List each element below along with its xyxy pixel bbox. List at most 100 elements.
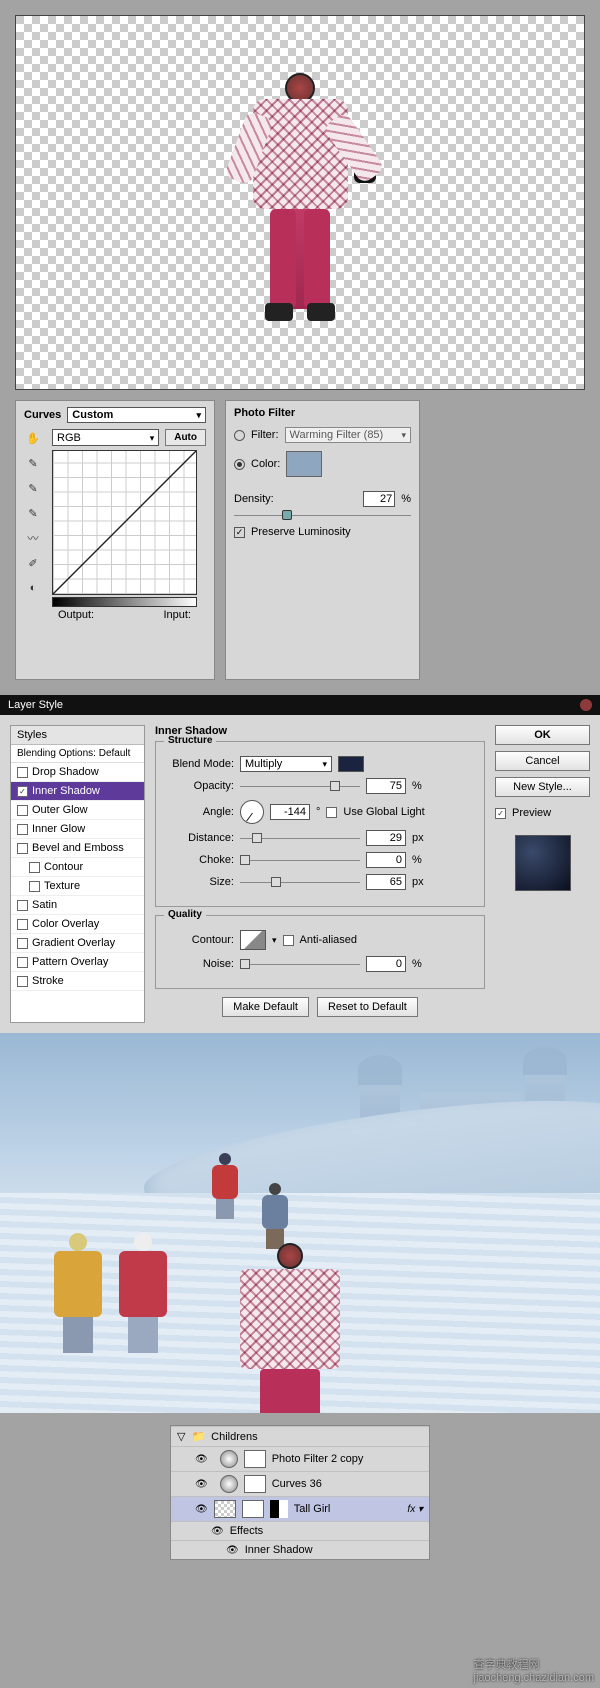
photo-filter-title: Photo Filter	[234, 407, 295, 419]
layer-style-title: Layer Style	[8, 699, 63, 711]
group-name[interactable]: Childrens	[211, 1431, 257, 1443]
document-canvas[interactable]	[15, 15, 585, 390]
curves-panel: Curves Custom ✋ ✎ ✎ ✎ 〰 ✐ ◐ RGB Auto	[15, 400, 215, 680]
blending-options[interactable]: Blending Options: Default	[11, 745, 144, 763]
quality-fieldset: Quality Contour: Anti-aliased Noise: %	[155, 915, 485, 989]
opacity-input[interactable]	[366, 778, 406, 794]
style-item-gradient-overlay[interactable]: Gradient Overlay	[11, 934, 144, 953]
cancel-button[interactable]: Cancel	[495, 751, 590, 771]
angle-input[interactable]	[270, 804, 310, 820]
eyedropper-white-icon[interactable]: ✎	[24, 504, 42, 522]
effects-row[interactable]: Effects	[171, 1521, 429, 1540]
noise-slider[interactable]	[240, 964, 360, 965]
layer-row[interactable]: Photo Filter 2 copy	[171, 1446, 429, 1471]
reset-default-button[interactable]: Reset to Default	[317, 997, 418, 1017]
filter-radio[interactable]	[234, 430, 245, 441]
style-item-inner-glow[interactable]: Inner Glow	[11, 820, 144, 839]
curves-title: Curves	[24, 409, 61, 421]
color-radio[interactable]	[234, 459, 245, 470]
curve-tool-icon[interactable]: 〰	[24, 529, 42, 547]
style-checkbox[interactable]	[17, 786, 28, 797]
layer-row[interactable]: Tall Girlfx ▾	[171, 1496, 429, 1521]
collapse-icon[interactable]: ▽	[177, 1430, 185, 1443]
density-label: Density:	[234, 493, 274, 505]
color-swatch[interactable]	[286, 451, 322, 477]
style-checkbox[interactable]	[17, 957, 28, 968]
shadow-color[interactable]	[338, 756, 364, 772]
curves-graph[interactable]	[52, 450, 197, 595]
layer-row[interactable]: Curves 36	[171, 1471, 429, 1496]
style-item-bevel-and-emboss[interactable]: Bevel and Emboss	[11, 839, 144, 858]
style-checkbox[interactable]	[17, 900, 28, 911]
blend-mode-select[interactable]: Multiply	[240, 756, 332, 772]
style-item-satin[interactable]: Satin	[11, 896, 144, 915]
size-slider[interactable]	[240, 882, 360, 883]
density-slider[interactable]	[234, 515, 411, 516]
style-item-outer-glow[interactable]: Outer Glow	[11, 801, 144, 820]
new-style-button[interactable]: New Style...	[495, 777, 590, 797]
color-label: Color:	[251, 458, 280, 470]
distance-slider[interactable]	[240, 838, 360, 839]
layer-style-titlebar: Layer Style	[0, 695, 600, 715]
antialiased-checkbox[interactable]	[283, 935, 294, 946]
visibility-icon[interactable]	[195, 1503, 208, 1515]
angle-dial[interactable]	[240, 800, 264, 824]
style-item-pattern-overlay[interactable]: Pattern Overlay	[11, 953, 144, 972]
style-checkbox[interactable]	[29, 862, 40, 873]
style-item-drop-shadow[interactable]: Drop Shadow	[11, 763, 144, 782]
eyedropper-black-icon[interactable]: ✎	[24, 454, 42, 472]
style-item-texture[interactable]: Texture	[11, 877, 144, 896]
contour-picker[interactable]	[240, 930, 266, 950]
curves-tools: ✋ ✎ ✎ ✎ 〰 ✐ ◐	[24, 429, 46, 623]
layer-group[interactable]: ▽ 📁 Childrens	[171, 1426, 429, 1446]
style-checkbox[interactable]	[29, 881, 40, 892]
style-item-contour[interactable]: Contour	[11, 858, 144, 877]
style-checkbox[interactable]	[17, 938, 28, 949]
style-item-stroke[interactable]: Stroke	[11, 972, 144, 991]
style-item-color-overlay[interactable]: Color Overlay	[11, 915, 144, 934]
opacity-slider[interactable]	[240, 786, 360, 787]
density-unit: %	[401, 493, 411, 505]
close-icon[interactable]	[580, 699, 592, 711]
eyedropper-gray-icon[interactable]: ✎	[24, 479, 42, 497]
fx-indicator[interactable]: fx ▾	[407, 1504, 423, 1515]
style-checkbox[interactable]	[17, 805, 28, 816]
pencil-tool-icon[interactable]: ✐	[24, 554, 42, 572]
ok-button[interactable]: OK	[495, 725, 590, 745]
density-input[interactable]	[363, 491, 395, 507]
watermark: 查字典教程网 jiaocheng.chazidian.com	[474, 1656, 594, 1684]
noise-input[interactable]	[366, 956, 406, 972]
layers-panel: ▽ 📁 Childrens Photo Filter 2 copyCurves …	[170, 1425, 430, 1560]
styles-header[interactable]: Styles	[11, 726, 144, 745]
effect-inner-shadow[interactable]: Inner Shadow	[171, 1540, 429, 1559]
style-checkbox[interactable]	[17, 919, 28, 930]
visibility-icon[interactable]	[226, 1544, 239, 1556]
visibility-icon[interactable]	[195, 1478, 208, 1490]
style-checkbox[interactable]	[17, 843, 28, 854]
contour-dropdown-icon[interactable]	[272, 934, 277, 946]
input-gradient	[52, 597, 197, 607]
auto-button[interactable]: Auto	[165, 429, 206, 446]
options-icon[interactable]: ◐	[24, 579, 42, 597]
style-checkbox[interactable]	[17, 976, 28, 987]
channel-select[interactable]: RGB	[52, 429, 159, 446]
preview-checkbox[interactable]	[495, 808, 506, 819]
filter-label: Filter:	[251, 429, 279, 441]
visibility-icon[interactable]	[195, 1453, 208, 1465]
visibility-icon[interactable]	[211, 1525, 224, 1537]
style-checkbox[interactable]	[17, 767, 28, 778]
layer-style-dialog: Styles Blending Options: Default Drop Sh…	[0, 715, 600, 1033]
style-item-inner-shadow[interactable]: Inner Shadow	[11, 782, 144, 801]
folder-icon: 📁	[191, 1430, 205, 1443]
structure-fieldset: Structure Blend Mode: Multiply Opacity: …	[155, 741, 485, 907]
preserve-luminosity-checkbox[interactable]	[234, 527, 245, 538]
choke-slider[interactable]	[240, 860, 360, 861]
curves-preset-select[interactable]: Custom	[67, 407, 206, 423]
hand-tool-icon[interactable]: ✋	[24, 429, 42, 447]
distance-input[interactable]	[366, 830, 406, 846]
size-input[interactable]	[366, 874, 406, 890]
choke-input[interactable]	[366, 852, 406, 868]
make-default-button[interactable]: Make Default	[222, 997, 309, 1017]
global-light-checkbox[interactable]	[326, 807, 337, 818]
style-checkbox[interactable]	[17, 824, 28, 835]
